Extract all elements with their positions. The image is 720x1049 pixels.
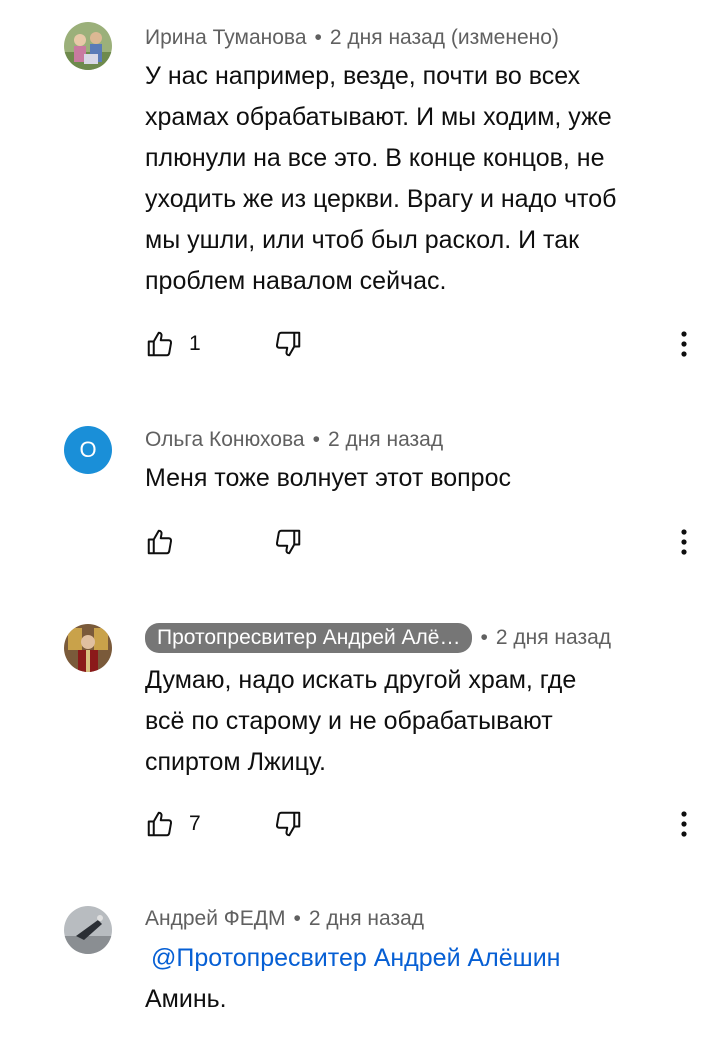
comment-actions: 1 [145, 324, 301, 364]
comment-text-line: спиртом Лжицу. [145, 748, 326, 776]
comment-time[interactable]: 2 дня назад (изменено) [330, 26, 559, 50]
meta-separator: • [314, 26, 322, 49]
avatar[interactable]: О [64, 426, 112, 474]
more-vert-icon [681, 529, 687, 555]
comment-actions: 7 [145, 804, 301, 844]
thumb-down-icon [275, 331, 301, 357]
thumb-up-icon [147, 529, 173, 555]
comment-text-line: всё по старому и не обрабатывают [145, 707, 553, 735]
comment-author[interactable]: Андрей ФЕДМ [145, 907, 285, 931]
comment-text-line: храмах обрабатывают. И мы ходим, уже [145, 103, 612, 131]
meta-separator: • [293, 907, 301, 930]
more-vert-icon [681, 331, 687, 357]
like-button[interactable]: 1 [145, 329, 201, 359]
meta-separator: • [312, 428, 320, 451]
comment-time[interactable]: 2 дня назад [328, 428, 443, 452]
comment-meta: Андрей ФЕДМ • 2 дня назад [145, 907, 424, 931]
comment-text: @Протопресвитер Андрей Алёшин Аминь. [145, 938, 695, 1020]
like-count: 7 [189, 812, 201, 835]
more-button[interactable] [672, 324, 696, 364]
like-button[interactable] [145, 527, 189, 557]
avatar[interactable] [64, 22, 112, 70]
comment-text-line: мы ушли, или чтоб был раскол. И так [145, 226, 580, 254]
comment-text-line: Думаю, надо искать другой храм, где [145, 666, 577, 694]
avatar-letter: О [79, 437, 97, 462]
mention-link[interactable]: @Протопресвитер Андрей Алёшин [151, 944, 560, 972]
comment-text-line: Аминь. [145, 985, 227, 1013]
comment-meta: Ирина Туманова • 2 дня назад (изменено) [145, 26, 559, 50]
avatar[interactable] [64, 906, 112, 954]
avatar[interactable] [64, 624, 112, 672]
like-count: 1 [189, 332, 201, 355]
comment-author[interactable]: Ольга Конюхова [145, 428, 305, 452]
comment-author[interactable]: Ирина Туманова [145, 26, 307, 50]
comment-text: Думаю, надо искать другой храм, где всё … [145, 660, 695, 783]
dislike-button[interactable] [273, 329, 303, 359]
comment-text-line: У нас например, везде, почти во всех [145, 62, 581, 90]
dislike-button[interactable] [273, 527, 303, 557]
more-button[interactable] [672, 522, 696, 562]
thumb-down-icon [275, 811, 301, 837]
comment-text-line: Меня тоже волнует этот вопрос [145, 464, 511, 492]
comment-time[interactable]: 2 дня назад [309, 907, 424, 931]
dislike-button[interactable] [273, 809, 303, 839]
comment-text-line: проблем навалом сейчас. [145, 267, 447, 295]
comment-text: У нас например, везде, почти во всех хра… [145, 56, 695, 302]
thumb-up-icon [147, 331, 173, 357]
meta-separator: • [480, 626, 488, 649]
comment-actions [145, 522, 301, 562]
comment-author-badge[interactable]: Протопресвитер Андрей Алё… [145, 623, 473, 653]
comment-time[interactable]: 2 дня назад [496, 626, 611, 650]
comment-text-line: уходить же из церкви. Врагу и надо чтоб [145, 185, 617, 213]
more-vert-icon [681, 811, 687, 837]
comment-meta: Ольга Конюхова • 2 дня назад [145, 428, 443, 452]
comment-text: Меня тоже волнует этот вопрос [145, 458, 695, 499]
like-button[interactable]: 7 [145, 809, 201, 839]
thumb-down-icon [275, 529, 301, 555]
thumb-up-icon [147, 811, 173, 837]
comment-meta: Протопресвитер Андрей Алё… • 2 дня назад [145, 623, 611, 653]
more-button[interactable] [672, 804, 696, 844]
comment-text-line: плюнули на все это. В конце концов, не [145, 144, 605, 172]
